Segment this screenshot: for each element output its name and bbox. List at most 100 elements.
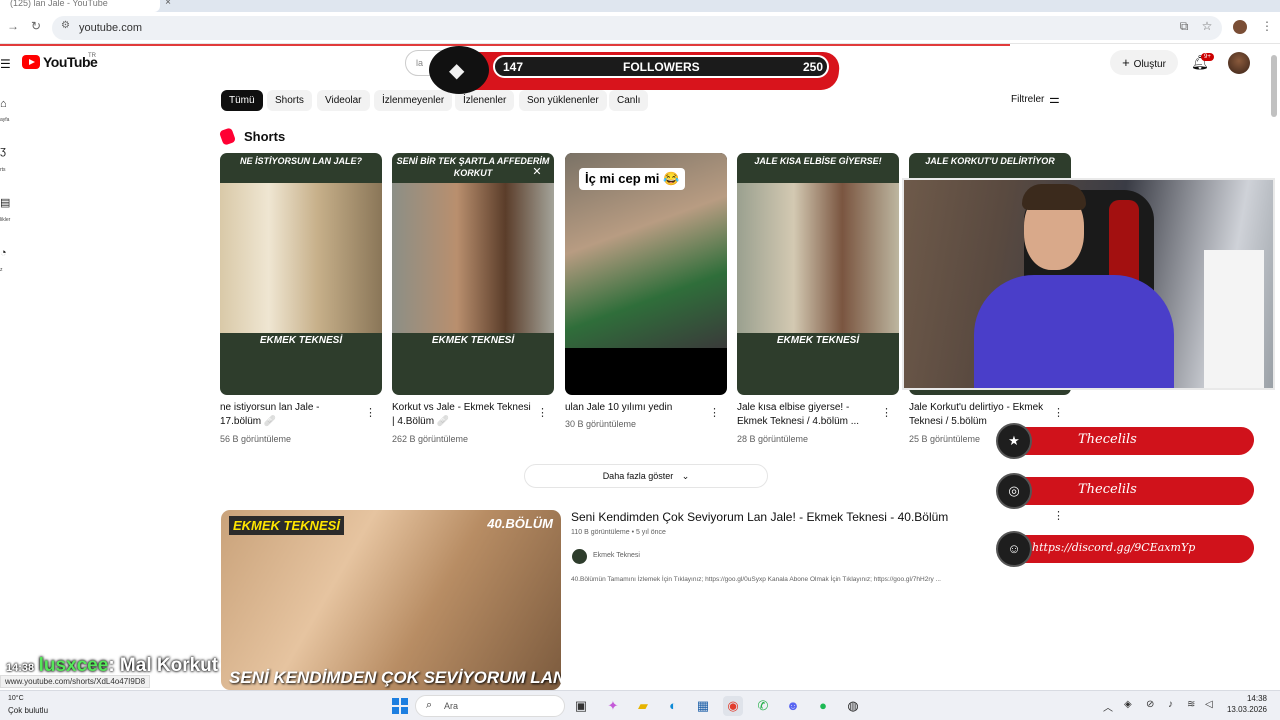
short-more-icon[interactable]: ⋮ (881, 406, 892, 419)
mute-icon[interactable]: ✕ (528, 163, 546, 181)
url-bar[interactable]: ⚙ youtube.com (52, 16, 1222, 40)
followers-goal-widget: ◆ 147 FOLLOWERS 250 (423, 46, 841, 94)
show-more-label: Daha fazla göster (602, 471, 674, 481)
short-thumbnail-image (220, 183, 382, 333)
tray-network-icon[interactable]: ⊘ (1146, 699, 1154, 710)
followers-label: FOLLOWERS (623, 60, 700, 74)
short-card[interactable]: SENİ BİR TEK ŞARTLA AFFEDERİM KORKUT ✕ E… (392, 153, 554, 395)
social-banner-discord: ☺ https://discord.gg/9CEaxmYp (996, 531, 1256, 567)
chip-all[interactable]: Tümü (221, 90, 263, 111)
short-caption: İç mi cep mi 😂 (579, 168, 686, 190)
sidebar-item-you[interactable]: z (0, 267, 14, 273)
filters-sliders-icon[interactable]: ⚌ (1049, 92, 1060, 106)
filters-button[interactable]: Filtreler (1011, 94, 1044, 105)
wifi-icon[interactable]: ≋ (1187, 699, 1195, 710)
volume-icon[interactable]: ◁ (1205, 699, 1213, 710)
short-more-icon[interactable]: ⋮ (537, 406, 548, 419)
short-title[interactable]: ne istiyorsun lan Jale - 17.bölüm 🩹 (220, 401, 360, 429)
tray-app-icon[interactable]: ◈ (1124, 699, 1132, 710)
task-view-icon[interactable]: ▣ (571, 696, 591, 716)
chevron-down-icon: ⌄ (681, 471, 690, 481)
taskbar-search[interactable]: ⌕ Ara (415, 695, 565, 717)
notifications-badge: 9+ (1201, 53, 1214, 61)
short-views: 30 B görüntüleme (565, 419, 637, 429)
discord-icon: ☺ (996, 531, 1032, 567)
thumbnail-channel-text: EKMEK TEKNESİ (229, 516, 344, 535)
forward-icon[interactable]: → (6, 19, 20, 33)
install-icon[interactable]: ⧉ (1177, 19, 1191, 34)
site-info-icon[interactable]: ⚙ (61, 20, 70, 31)
weather-temp[interactable]: 10°C (8, 695, 24, 702)
copilot-icon[interactable]: ✦ (603, 696, 623, 716)
chat-message: 14:38 lusxcee: Mal Korkut (6, 655, 218, 677)
scrollbar[interactable] (1271, 55, 1277, 117)
short-brand-text: EKMEK TEKNESİ (259, 335, 343, 346)
discord-taskbar-icon[interactable]: ☻ (783, 696, 803, 716)
channel-name[interactable]: Ekmek Teknesi (593, 552, 640, 559)
you-icon[interactable]: ◔ (0, 247, 10, 259)
spotify-icon[interactable]: ● (813, 696, 833, 716)
tab-close-button[interactable]: × (160, 0, 176, 12)
short-card[interactable]: NE İSTİYORSUN LAN JALE? EKMEK TEKNESİ (220, 153, 382, 395)
weather-text[interactable]: Çok bulutlu (8, 706, 48, 715)
browser-tab[interactable]: (125) lan Jale - YouTube (0, 0, 160, 12)
hamburger-menu-icon[interactable]: ☰ (0, 57, 11, 71)
windows-taskbar: 10°C Çok bulutlu ⌕ Ara ▣ ✦ ▰ ◐ ▦ ◉ ✆ ☻ ●… (0, 690, 1280, 720)
clock-date[interactable]: 13.03.2026 (1218, 705, 1267, 714)
microphone-icon[interactable]: ♪ (1168, 699, 1173, 710)
chrome-icon[interactable]: ◉ (723, 696, 743, 716)
short-card[interactable]: İç mi cep mi 😂 (565, 153, 727, 395)
webcam-overlay (902, 178, 1275, 390)
chip-shorts[interactable]: Shorts (267, 90, 312, 111)
region-code: TR (88, 53, 96, 59)
account-avatar[interactable] (1228, 52, 1250, 74)
chip-videos[interactable]: Videolar (317, 90, 370, 111)
short-title[interactable]: Jale kısa elbise giyerse! - Ekmek Teknes… (737, 401, 877, 429)
short-views: 56 B görüntüleme (220, 434, 292, 444)
bookmark-star-icon[interactable]: ☆ (1200, 19, 1214, 33)
windows-start-icon[interactable] (392, 698, 408, 714)
short-title[interactable]: Korkut vs Jale - Ekmek Teknesi | 4.Bölüm… (392, 401, 532, 429)
thumbnail-caption: SENİ KENDİMDEN ÇOK SEVİYORUM LAN JALE! (229, 668, 561, 687)
file-explorer-icon[interactable]: ▰ (633, 696, 653, 716)
short-title[interactable]: ulan Jale 10 yılımı yedin (565, 401, 705, 415)
whatsapp-icon[interactable]: ✆ (753, 696, 773, 716)
youtube-logo-icon[interactable] (22, 55, 40, 69)
sidebar-item-subscriptions[interactable]: likler (0, 217, 14, 223)
short-card[interactable]: JALE KISA ELBİSE GİYERSE! EKMEK TEKNESİ (737, 153, 899, 395)
short-more-icon[interactable]: ⋮ (365, 406, 376, 419)
sidebar-item-shorts[interactable]: rts (0, 167, 14, 173)
short-views: 25 B görüntüleme (909, 434, 981, 444)
instagram-icon: ◎ (996, 473, 1032, 509)
video-meta: 110 B görüntüleme • 5 yıl önce (571, 529, 666, 536)
short-brand-text: EKMEK TEKNESİ (431, 335, 515, 346)
video-title[interactable]: Seni Kendimden Çok Seviyorum Lan Jale! -… (571, 510, 948, 524)
clock-time[interactable]: 14:38 (1231, 694, 1267, 703)
channel-avatar[interactable] (572, 549, 587, 564)
video-thumbnail[interactable]: EKMEK TEKNESİ 40.BÖLÜM SENİ KENDİMDEN ÇO… (221, 510, 561, 690)
page-load-progress (0, 44, 1010, 46)
video-description: 40.Bölümün Tamamını İzlemek İçin Tıklayı… (571, 576, 941, 583)
short-more-icon[interactable]: ⋮ (1053, 406, 1064, 419)
show-more-button[interactable]: Daha fazla göster ⌄ (524, 464, 768, 488)
overflow-more-icon[interactable]: ⋮ (1053, 509, 1064, 522)
sidebar-item-home[interactable]: ayfa (0, 117, 14, 123)
home-icon[interactable]: ⌂ (0, 98, 10, 110)
edge-icon[interactable]: ◐ (663, 696, 683, 716)
subscriptions-icon[interactable]: ▤ (0, 196, 10, 209)
chat-time: 14:38 (6, 662, 35, 674)
address-bar-row: → ↻ ⚙ youtube.com ⧉ ☆ ⋮ (0, 12, 1280, 44)
obs-icon[interactable]: ◍ (843, 696, 863, 716)
tray-overflow-icon[interactable]: ︿ (1103, 699, 1113, 714)
shorts-logo-icon (218, 127, 237, 146)
diamond-icon: ◆ (449, 60, 465, 82)
create-button[interactable]: + Oluştur (1110, 50, 1178, 75)
browser-menu-icon[interactable]: ⋮ (1260, 19, 1274, 33)
shorts-icon[interactable]: ʒ (0, 145, 10, 157)
store-icon[interactable]: ▦ (693, 696, 713, 716)
chat-username: lusxcee (38, 655, 109, 676)
short-more-icon[interactable]: ⋮ (709, 406, 720, 419)
profile-avatar[interactable] (1233, 20, 1247, 34)
reload-icon[interactable]: ↻ (29, 19, 43, 33)
search-icon: ⌕ (426, 699, 433, 711)
